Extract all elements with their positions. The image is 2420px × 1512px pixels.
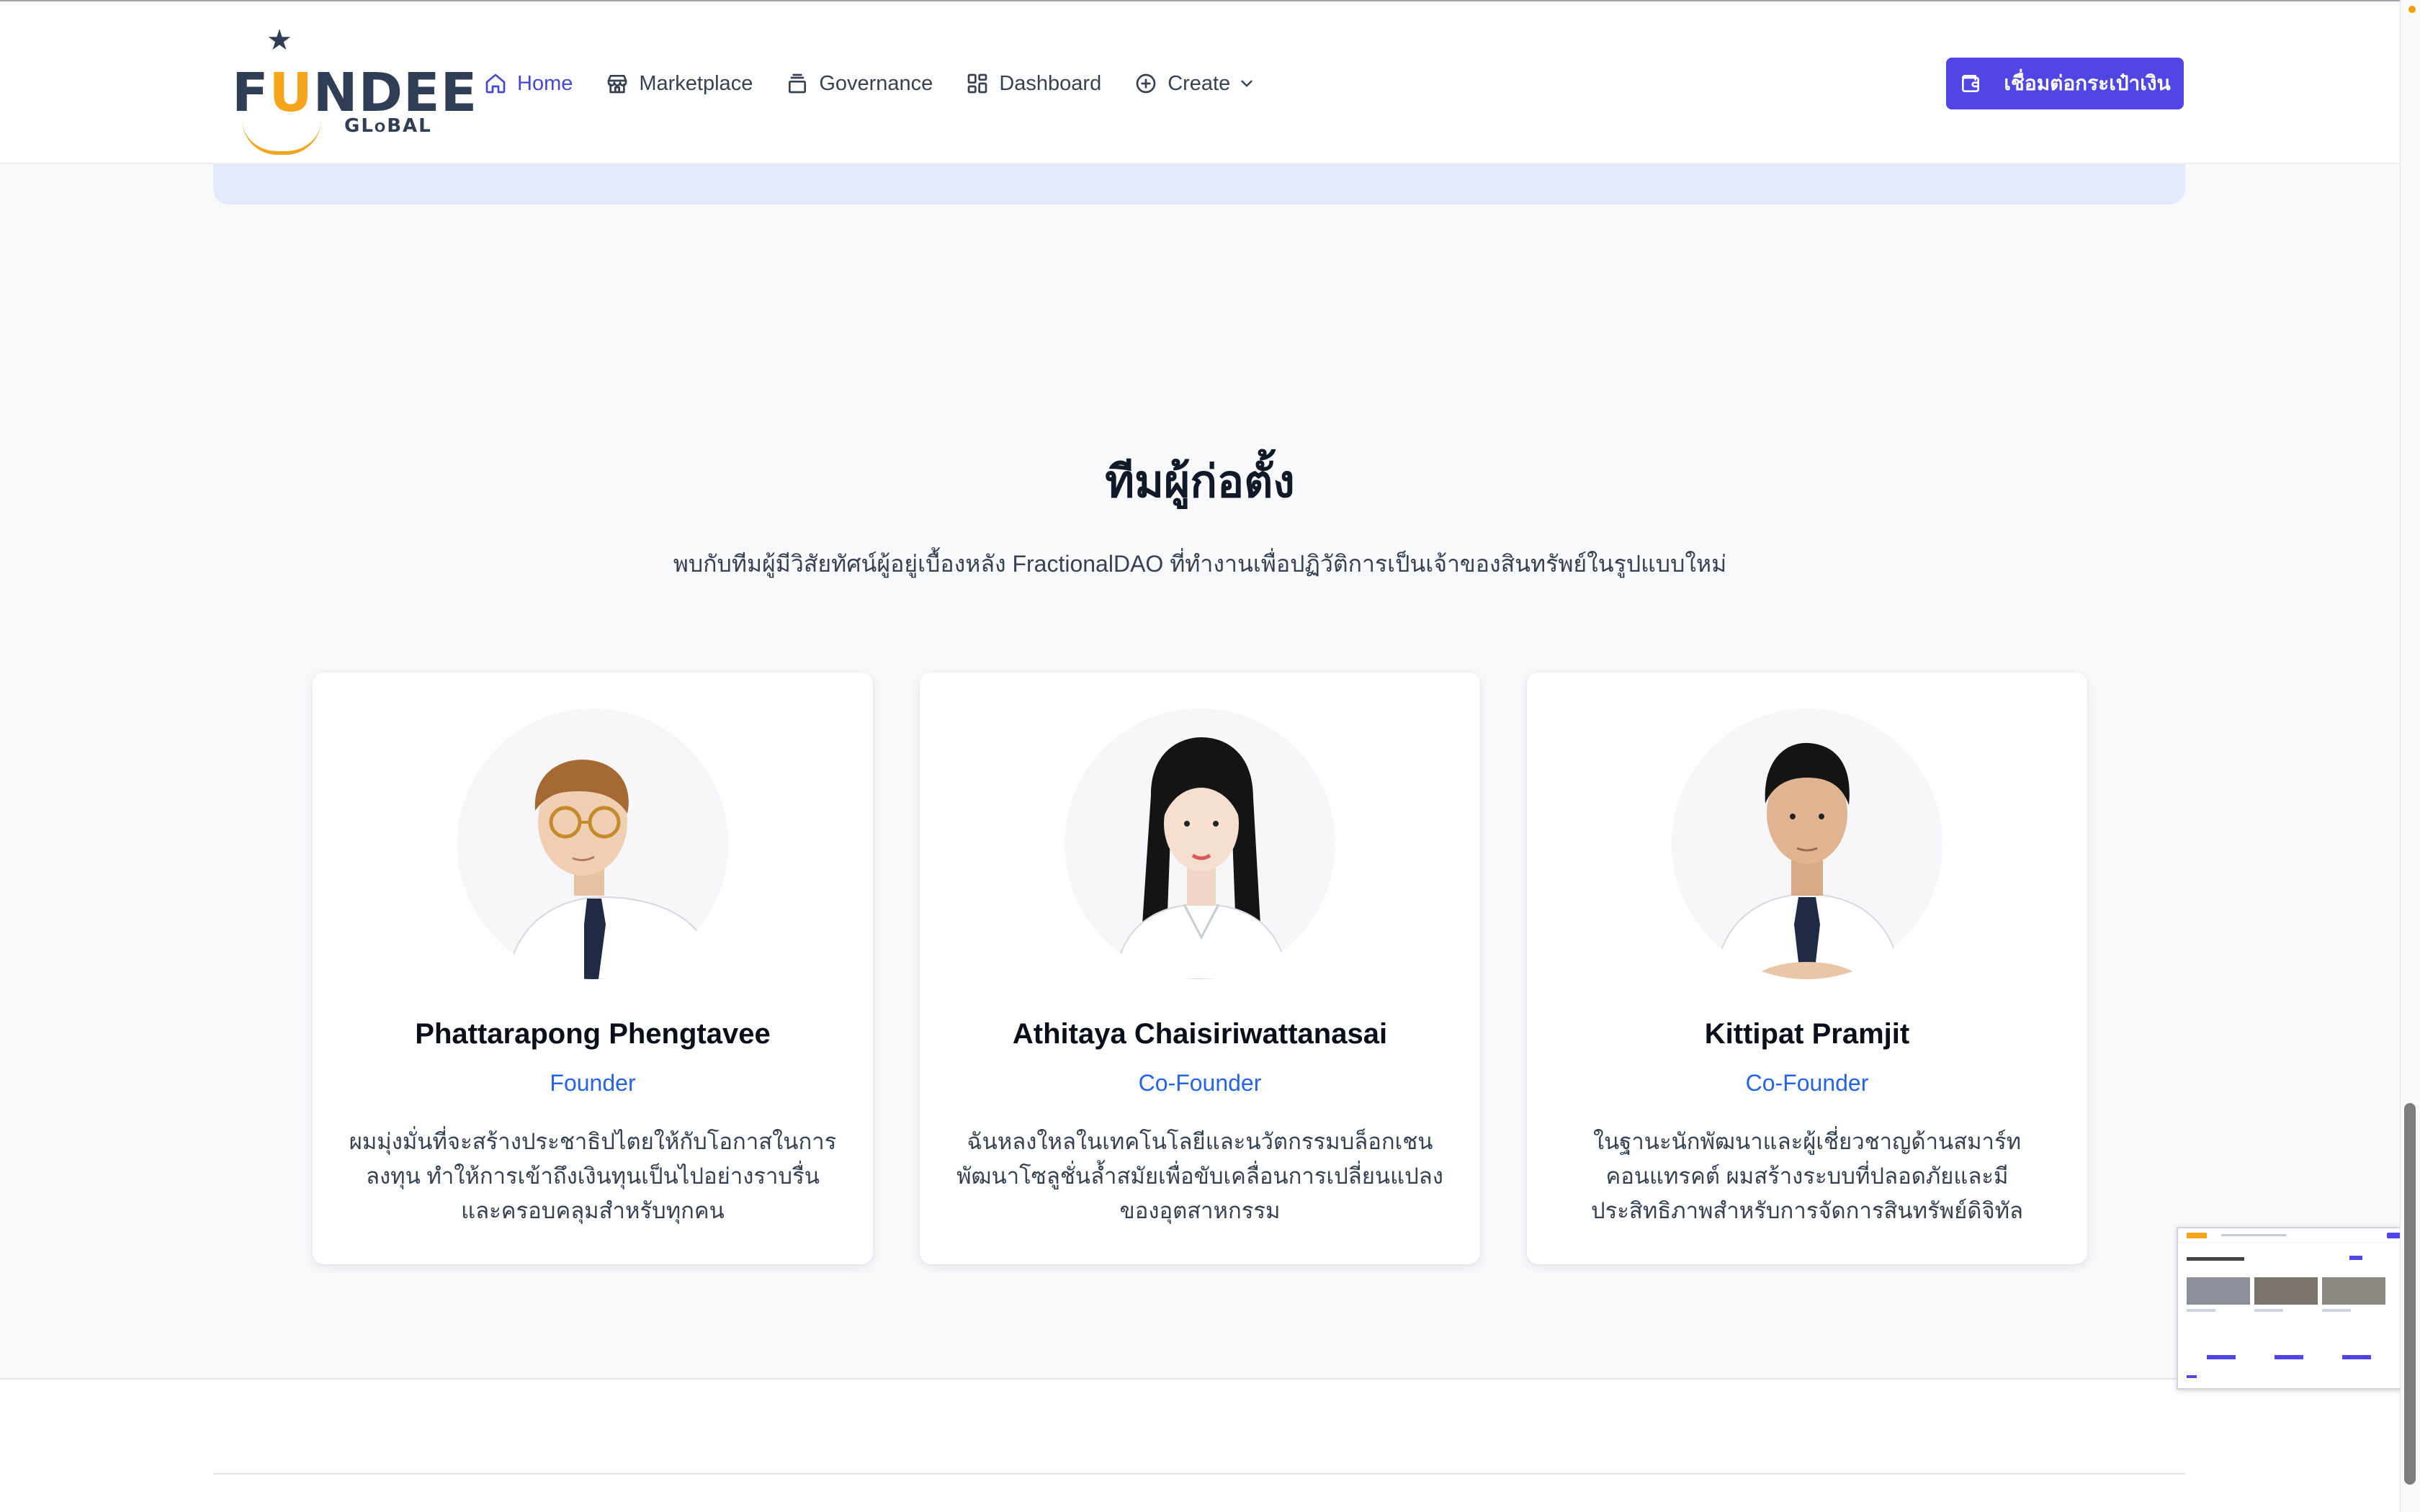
chevron-down-icon: [1241, 80, 1252, 87]
member-description: ผมมุ่งมั่นที่จะสร้างประชาธิปไตยให้กับโอก…: [349, 1129, 837, 1223]
nav-dashboard[interactable]: Dashboard: [966, 65, 1101, 102]
page-preview-thumbnail[interactable]: [2177, 1227, 2420, 1390]
scrollbar-thumb[interactable]: [2404, 1103, 2416, 1485]
nav-create-dropdown[interactable]: Create: [1134, 65, 1256, 102]
nav-governance-label: Governance: [819, 71, 933, 95]
member-role: Co-Founder: [1745, 1070, 1869, 1096]
member-photo: [457, 708, 728, 979]
avatar: [457, 708, 728, 979]
home-icon: [485, 73, 506, 94]
avatar: [1672, 708, 1942, 979]
logo-wordmark: FUNDEE: [232, 62, 478, 124]
nav-home[interactable]: Home: [484, 65, 573, 102]
nav-marketplace-label: Marketplace: [639, 71, 753, 95]
member-name: Athitaya Chaisiriwattanasai: [1012, 1018, 1388, 1050]
team-member-card: Phattarapong Phengtavee Founder ผมมุ่งมั…: [313, 672, 873, 1264]
connect-wallet-button[interactable]: เชื่อมต่อกระเป๋าเงิน: [1946, 58, 2184, 109]
section-subtitle: พบกับทีมผู้มีวิสัยทัศน์ผู้อยู่เบื้องหลัง…: [673, 551, 1727, 577]
nav-dashboard-label: Dashboard: [999, 71, 1102, 95]
member-name: Kittipat Pramjit: [1704, 1018, 1910, 1050]
footer: [0, 1380, 2400, 1512]
main-nav: Home Marketplace Governance Dashboard Cr…: [484, 65, 1289, 102]
member-name: Phattarapong Phengtavee: [415, 1018, 771, 1050]
connect-wallet-label: เชื่อมต่อกระเป๋าเงิน: [2004, 72, 2171, 94]
site-header: ★ FUNDEE GLOBAL Home Marketplace Governa…: [0, 1, 2400, 164]
store-icon: [608, 75, 627, 94]
fundee-global-logo[interactable]: ★ FUNDEE GLOBAL: [232, 24, 477, 155]
nav-home-label: Home: [517, 71, 573, 95]
footer-divider: [213, 1473, 2185, 1475]
team-member-card: Athitaya Chaisiriwattanasai Co-Founder ฉ…: [920, 672, 1480, 1264]
nav-governance[interactable]: Governance: [786, 65, 933, 102]
nav-create-label: Create: [1168, 71, 1231, 95]
member-photo: [1672, 708, 1942, 979]
member-description: ในฐานะนักพัฒนาและผู้เชี่ยวชาญด้านสมาร์ทค…: [1590, 1129, 2024, 1223]
plus-circle-icon: [1136, 73, 1156, 94]
section-title: ทีมผู้ก่อตั้ง: [1105, 457, 1295, 507]
logo-star-icon: ★: [266, 24, 292, 56]
grid-icon: [967, 73, 987, 94]
avatar: [1065, 708, 1335, 979]
logo-smile-mark: [242, 120, 321, 155]
logo-subtitle: GLOBAL: [344, 115, 432, 137]
preview-image: [2177, 1228, 2420, 1388]
member-role: Co-Founder: [1138, 1070, 1262, 1096]
stack-icon: [789, 73, 807, 94]
member-description: ฉันหลงใหลในเทคโนโลยีและนวัตกรรมบล็อกเชน …: [956, 1129, 1443, 1223]
wallet-icon: [1962, 75, 1980, 92]
status-dot: [2408, 6, 2416, 13]
nav-marketplace[interactable]: Marketplace: [606, 65, 753, 102]
member-photo: [1065, 708, 1335, 979]
member-role: Founder: [550, 1070, 636, 1096]
team-member-card: Kittipat Pramjit Co-Founder ในฐานะนักพัฒ…: [1527, 672, 2087, 1264]
